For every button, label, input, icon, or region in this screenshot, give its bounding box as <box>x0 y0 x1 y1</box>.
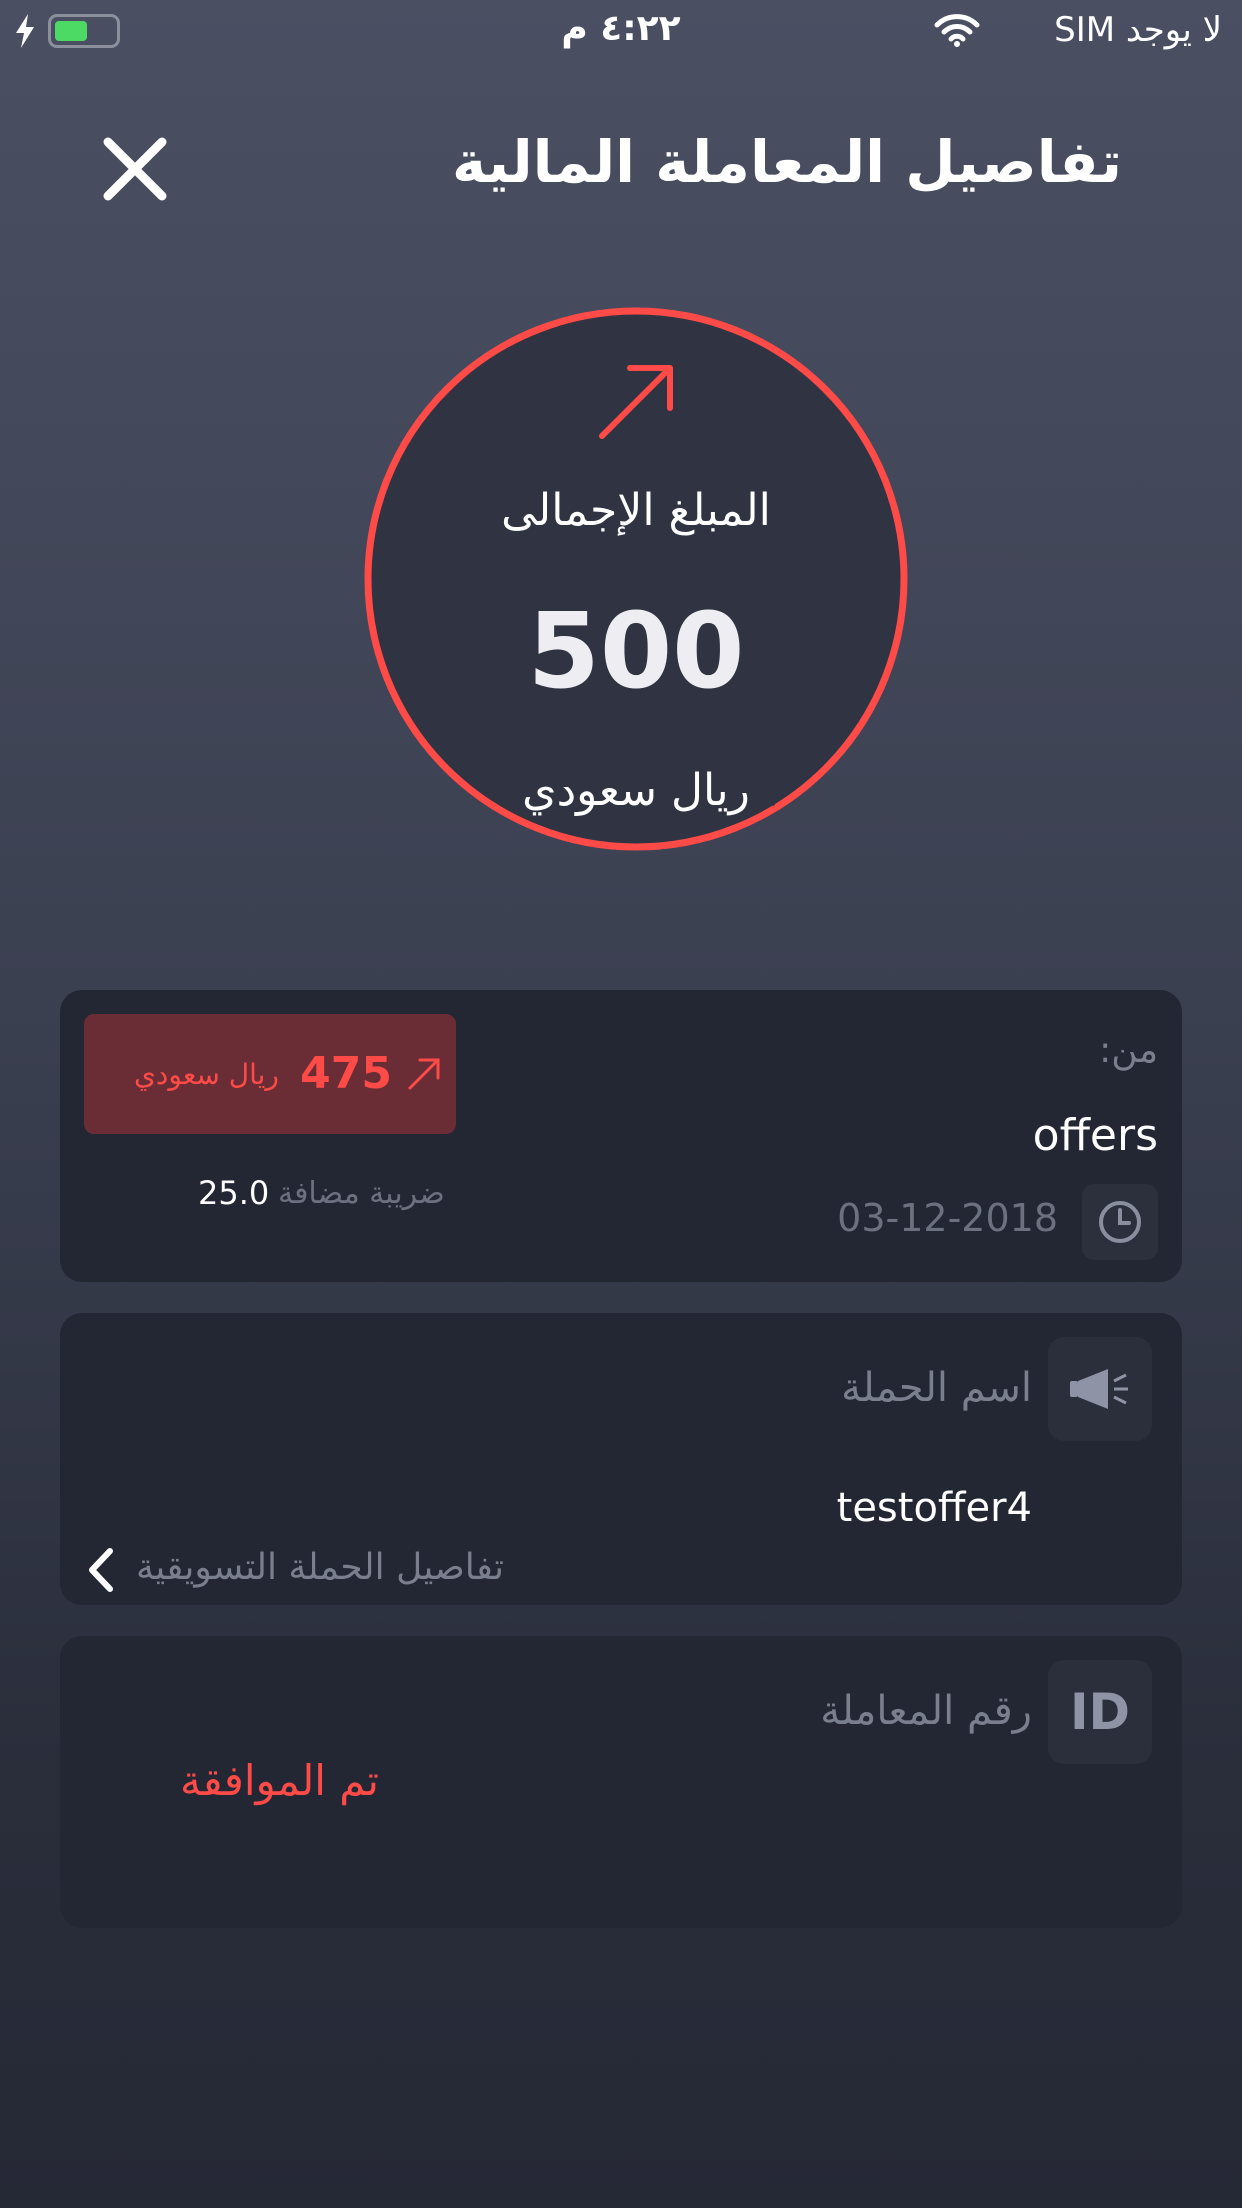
vat-label: ضريبة مضافة <box>278 1176 445 1211</box>
status-bar: ٤:٢٢ م لا يوجد SIM <box>0 0 1242 62</box>
transaction-id-card: ID رقم المعاملة تم الموافقة <box>60 1636 1182 1928</box>
vat-value: 25.0 <box>198 1174 270 1212</box>
transaction-date: 03-12-2018 <box>837 1196 1058 1240</box>
from-label: من: <box>1099 1030 1158 1071</box>
campaign-card: اسم الحملة testoffer4 تفاصيل الحملة التس… <box>60 1313 1182 1605</box>
campaign-name-value: testoffer4 <box>836 1485 1032 1531</box>
megaphone-icon <box>1070 1369 1128 1409</box>
from-value: offers <box>1032 1110 1158 1161</box>
status-carrier: لا يوجد SIM <box>1054 10 1222 50</box>
close-icon <box>103 137 167 201</box>
net-amount-value: 475 <box>300 1048 392 1099</box>
arrow-up-right-icon <box>599 365 673 439</box>
clock-icon <box>1099 1201 1141 1243</box>
total-amount-value: 500 <box>527 590 745 712</box>
total-amount-label: المبلغ الإجمالى <box>501 485 771 536</box>
total-amount-currency: ريال سعودي <box>522 765 750 816</box>
wifi-icon <box>934 14 980 47</box>
transaction-id-label: رقم المعاملة <box>820 1688 1032 1734</box>
total-amount-circle: المبلغ الإجمالى 500 ريال سعودي <box>362 305 910 853</box>
page-title: تفاصيل المعاملة المالية <box>452 128 1122 196</box>
campaign-name-label: اسم الحملة <box>841 1365 1032 1411</box>
net-amount-currency: ريال سعودي <box>134 1058 279 1091</box>
id-icon: ID <box>1048 1660 1152 1764</box>
chevron-left-icon <box>89 1548 113 1592</box>
close-button[interactable] <box>100 134 170 204</box>
clock-icon-box <box>1082 1184 1158 1260</box>
campaign-details-link-label: تفاصيل الحملة التسويقية <box>136 1547 504 1588</box>
net-amount-badge: 475 ريال سعودي <box>84 1014 456 1134</box>
transaction-card: من: offers 03-12-2018 475 ريال سعودي ضري… <box>60 990 1182 1282</box>
megaphone-icon-box <box>1048 1337 1152 1441</box>
arrow-up-right-icon <box>408 1058 440 1090</box>
campaign-details-link[interactable]: تفاصيل الحملة التسويقية <box>74 1541 574 1601</box>
approval-status: تم الموافقة <box>180 1756 379 1805</box>
